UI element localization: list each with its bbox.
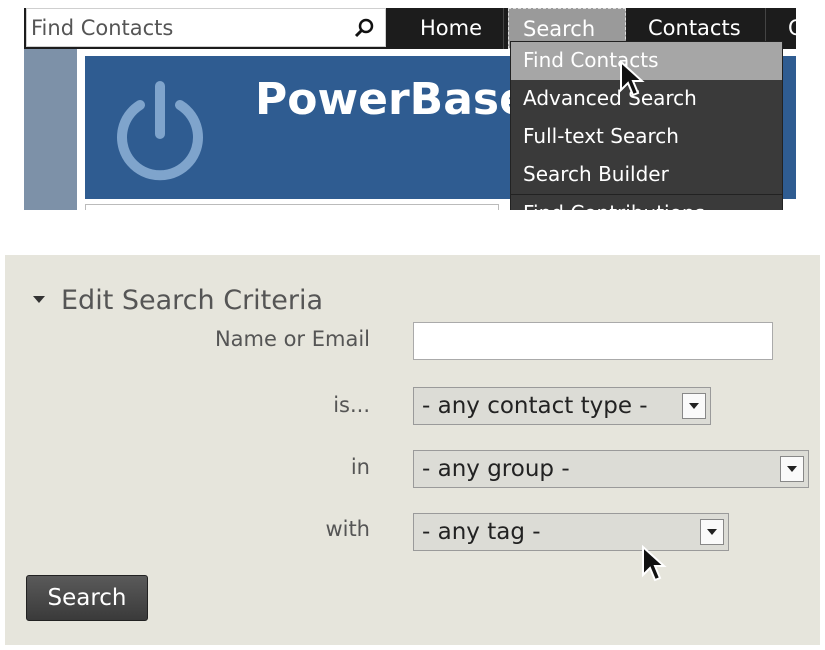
search-icon[interactable] bbox=[353, 17, 375, 39]
tag-label: with bbox=[325, 517, 370, 541]
brand-name: PowerBase bbox=[255, 74, 529, 125]
contact-type-select[interactable]: - any contact type - bbox=[413, 387, 711, 425]
search-criteria-panel: Edit Search Criteria Name or Email is...… bbox=[5, 255, 820, 645]
search-button[interactable]: Search bbox=[26, 575, 148, 621]
name-email-input[interactable] bbox=[413, 322, 773, 360]
mouse-cursor-icon bbox=[642, 545, 667, 582]
mouse-cursor-icon bbox=[620, 60, 645, 97]
contact-type-label: is... bbox=[333, 393, 370, 417]
content-box bbox=[85, 204, 499, 210]
tag-value: - any tag - bbox=[422, 519, 541, 545]
tag-select[interactable]: - any tag - bbox=[413, 513, 729, 551]
group-dropdown-arrow-icon[interactable] bbox=[780, 456, 804, 482]
left-sidebar-strip bbox=[24, 49, 77, 210]
search-dropdown-menu: Find Contacts Advanced Search Full-text … bbox=[510, 41, 783, 210]
contact-type-value: - any contact type - bbox=[422, 393, 648, 419]
tag-dropdown-arrow-icon[interactable] bbox=[700, 519, 724, 545]
dropdown-item-search-builder[interactable]: Search Builder bbox=[511, 156, 782, 194]
dropdown-item-find-contacts[interactable]: Find Contacts bbox=[511, 42, 782, 80]
divider bbox=[77, 49, 85, 210]
menu-home[interactable]: Home bbox=[406, 8, 504, 49]
dropdown-item-find-contributions[interactable]: Find Contributions bbox=[511, 194, 782, 210]
dropdown-item-fulltext-search[interactable]: Full-text Search bbox=[511, 118, 782, 156]
name-email-label: Name or Email bbox=[214, 327, 370, 351]
dropdown-item-advanced-search[interactable]: Advanced Search bbox=[511, 80, 782, 118]
top-screenshot-region: Home Search Contacts C PowerBase Find Co… bbox=[24, 8, 796, 210]
find-contacts-input[interactable] bbox=[31, 9, 341, 46]
collapse-triangle-icon[interactable] bbox=[33, 296, 45, 303]
contact-type-dropdown-arrow-icon[interactable] bbox=[682, 393, 706, 419]
panel-title[interactable]: Edit Search Criteria bbox=[61, 285, 323, 316]
find-contacts-box[interactable] bbox=[26, 8, 386, 47]
group-value: - any group - bbox=[422, 456, 570, 482]
group-select[interactable]: - any group - bbox=[413, 450, 809, 488]
power-logo-icon bbox=[117, 81, 203, 181]
group-label: in bbox=[350, 455, 370, 479]
